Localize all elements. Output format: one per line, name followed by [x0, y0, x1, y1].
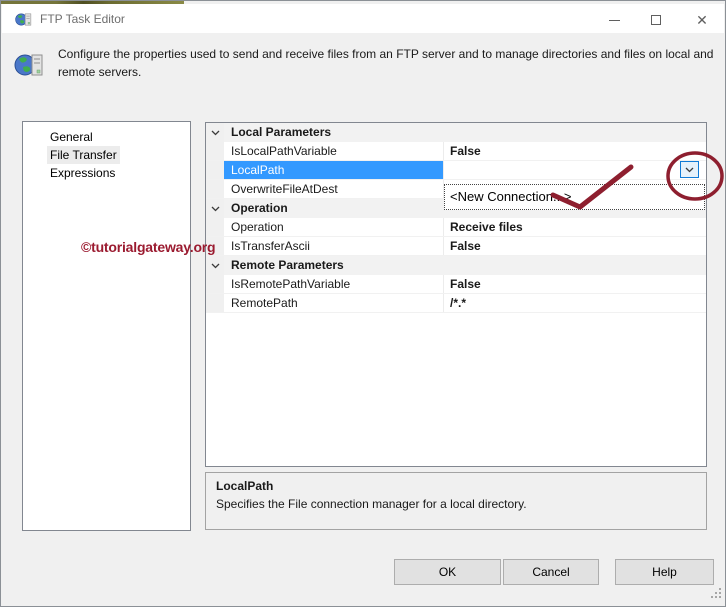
- category-label: Local Parameters: [224, 123, 331, 142]
- category-label: Remote Parameters: [224, 256, 344, 275]
- property-row-remotepath[interactable]: RemotePath/*.*: [206, 294, 706, 313]
- property-value[interactable]: [444, 161, 706, 179]
- row-gutter: [206, 123, 224, 142]
- property-name[interactable]: OverwriteFileAtDest: [224, 180, 444, 198]
- sidebar-item-general[interactable]: General: [23, 128, 190, 146]
- property-value[interactable]: False: [444, 275, 706, 293]
- tutorialgateway-watermark: ©tutorialgateway.org: [81, 239, 215, 255]
- ftp-globe-server-icon: [15, 11, 32, 28]
- close-button[interactable]: ✕: [686, 9, 718, 31]
- row-gutter: [206, 218, 224, 236]
- property-value[interactable]: False: [444, 142, 706, 160]
- row-gutter: [206, 161, 224, 179]
- property-row-istransferascii[interactable]: IsTransferAsciiFalse: [206, 237, 706, 256]
- row-gutter: [206, 199, 224, 218]
- sidebar-item-label: File Transfer: [47, 146, 120, 164]
- property-description-text: Specifies the File connection manager fo…: [216, 497, 696, 511]
- ftp-globe-server-icon: [14, 50, 44, 80]
- localpath-dropdown-popup[interactable]: <New Connection...>: [444, 184, 705, 210]
- category-row-remote-parameters[interactable]: Remote Parameters: [206, 256, 706, 275]
- chevron-down-icon: [685, 167, 694, 173]
- chevron-down-icon: [211, 206, 220, 212]
- row-gutter: [206, 256, 224, 275]
- help-button[interactable]: Help: [615, 559, 714, 585]
- row-gutter: [206, 142, 224, 160]
- minimize-icon: [609, 20, 620, 21]
- maximize-button[interactable]: [640, 9, 672, 31]
- row-gutter: [206, 294, 224, 312]
- sidebar-item-expressions[interactable]: Expressions: [23, 164, 190, 182]
- sidebar-item-label: General: [47, 128, 96, 146]
- property-value[interactable]: /*.*: [444, 294, 706, 312]
- category-label: Operation: [224, 199, 288, 218]
- property-value[interactable]: Receive files: [444, 218, 706, 236]
- close-icon: ✕: [696, 12, 708, 29]
- property-description-panel: LocalPath Specifies the File connection …: [205, 472, 707, 530]
- row-gutter: [206, 180, 224, 198]
- property-grid: Local ParametersIsLocalPathVariableFalse…: [205, 122, 707, 467]
- property-row-islocalpathvariable[interactable]: IsLocalPathVariableFalse: [206, 142, 706, 161]
- ftp-task-editor-dialog: FTP Task Editor ✕ Configure the properti…: [0, 0, 726, 607]
- title-bar[interactable]: FTP Task Editor ✕: [2, 4, 724, 33]
- pages-listbox[interactable]: GeneralFile TransferExpressions: [22, 121, 191, 531]
- property-value[interactable]: False: [444, 237, 706, 255]
- cancel-button[interactable]: Cancel: [503, 559, 599, 585]
- property-name[interactable]: RemotePath: [224, 294, 444, 312]
- dropdown-option-new-connection[interactable]: <New Connection...>: [445, 185, 704, 209]
- minimize-button[interactable]: [598, 9, 630, 31]
- localpath-dropdown-button[interactable]: [680, 161, 699, 178]
- resize-grip[interactable]: [711, 588, 721, 598]
- property-name[interactable]: IsTransferAscii: [224, 237, 444, 255]
- property-name[interactable]: IsLocalPathVariable: [224, 142, 444, 160]
- maximize-icon: [651, 15, 661, 25]
- window-title: FTP Task Editor: [40, 12, 125, 26]
- ok-button[interactable]: OK: [394, 559, 501, 585]
- row-gutter: [206, 275, 224, 293]
- property-row-localpath[interactable]: LocalPath: [206, 161, 706, 180]
- property-name[interactable]: Operation: [224, 218, 444, 236]
- property-description-title: LocalPath: [216, 479, 696, 493]
- property-name[interactable]: IsRemotePathVariable: [224, 275, 444, 293]
- dialog-description: Configure the properties used to send an…: [58, 45, 714, 81]
- category-row-local-parameters[interactable]: Local Parameters: [206, 123, 706, 142]
- sidebar-item-label: Expressions: [47, 164, 118, 182]
- property-row-operation[interactable]: OperationReceive files: [206, 218, 706, 237]
- chevron-down-icon: [211, 263, 220, 269]
- property-name[interactable]: LocalPath: [224, 161, 444, 179]
- sidebar-item-file-transfer[interactable]: File Transfer: [23, 146, 190, 164]
- property-row-isremotepathvariable[interactable]: IsRemotePathVariableFalse: [206, 275, 706, 294]
- chevron-down-icon: [211, 130, 220, 136]
